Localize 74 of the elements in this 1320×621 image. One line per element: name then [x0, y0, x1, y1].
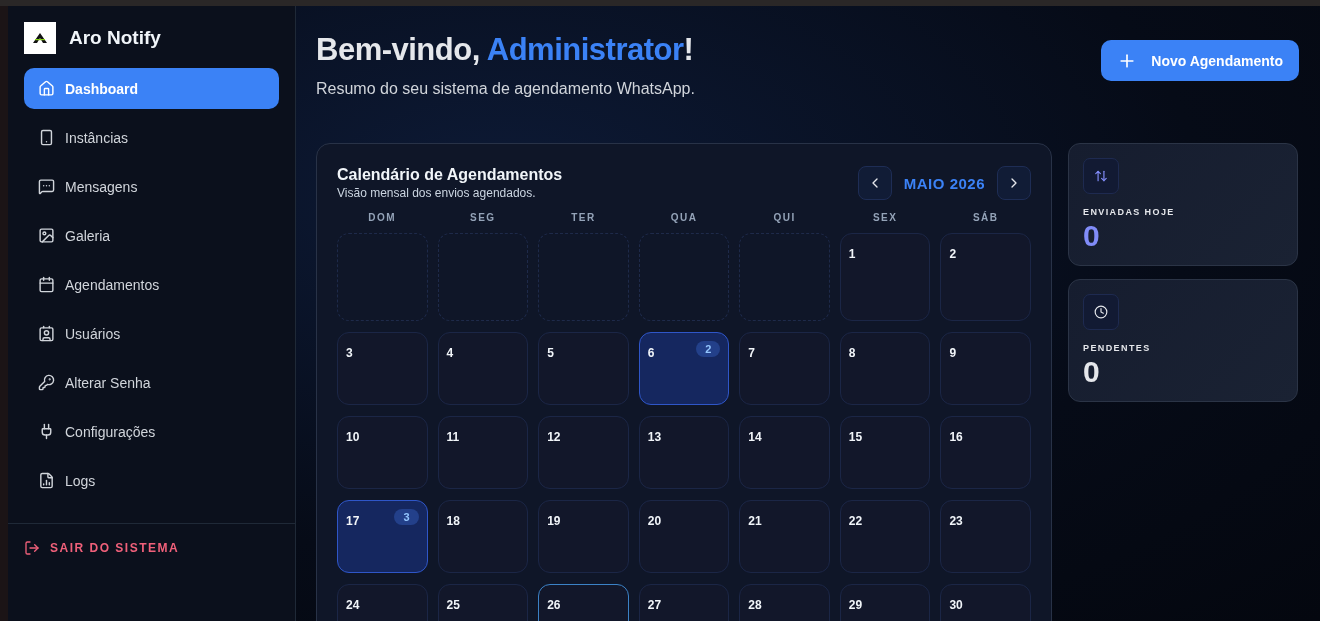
nav-item[interactable]: Agendamentos [24, 264, 279, 305]
logout-icon [24, 540, 40, 556]
day-cell[interactable]: 2 [940, 233, 1031, 321]
day-cell[interactable]: 23 [940, 500, 1031, 573]
day-cell[interactable]: 28 [739, 584, 830, 621]
calendar-title: Calendário de Agendamentos [337, 166, 563, 184]
day-cell[interactable]: 25 [437, 584, 529, 621]
day-cell[interactable]: 29 [839, 584, 931, 621]
weekday-label: TER [570, 212, 597, 223]
contact-card-icon [38, 325, 55, 342]
day-cell[interactable]: 17 3 [337, 500, 428, 573]
day-cell[interactable]: 16 [940, 416, 1031, 489]
day-cell[interactable]: 14 [739, 416, 830, 489]
stat-value: 0 [1083, 219, 1101, 253]
calendar-icon [38, 276, 55, 293]
weekday-label: SÁB [971, 212, 1000, 223]
day-cell[interactable]: 19 [538, 500, 629, 573]
day-cell[interactable]: 4 [437, 332, 529, 405]
home-icon [38, 80, 55, 97]
event-count-badge: 3 [394, 509, 419, 525]
nav-item[interactable]: Alterar Senha [24, 362, 279, 403]
stat-label: PENDENTES [1083, 343, 1152, 353]
day-cell[interactable]: 30 [940, 584, 1031, 621]
stat-value: 0 [1083, 355, 1101, 389]
app-title: Aro Notify [69, 27, 161, 49]
key-icon [38, 374, 55, 391]
day-cell[interactable]: 6 2 [638, 332, 730, 405]
day-cell[interactable]: 1 [839, 233, 931, 321]
weekday-label: SEG [469, 212, 497, 223]
event-count-badge: 2 [696, 341, 721, 357]
document-chart-icon [38, 472, 55, 489]
clock-icon [1083, 294, 1119, 330]
day-cell[interactable]: 3 [337, 332, 428, 405]
day-cell[interactable]: 20 [638, 500, 730, 573]
day-cell[interactable]: 18 [437, 500, 529, 573]
nav-item[interactable]: Configurações [24, 411, 279, 452]
nav-item[interactable]: Logs [24, 460, 279, 501]
day-cell[interactable]: 8 [839, 332, 931, 405]
nav-item[interactable]: Usuários [24, 313, 279, 354]
chat-icon [38, 178, 55, 195]
weekday-label: DOM [367, 212, 398, 223]
welcome-heading: Bem-vindo, Administrator! [316, 32, 695, 68]
month-label: MAIO 2026 [902, 174, 986, 192]
next-month-button[interactable] [997, 166, 1031, 200]
day-cell[interactable]: 21 [739, 500, 830, 573]
stat-label: ENVIADAS HOJE [1083, 207, 1176, 217]
day-cell[interactable]: 15 [839, 416, 931, 489]
new-schedule-button[interactable]: Novo Agendamento [1101, 40, 1299, 81]
day-cell[interactable]: 24 [337, 584, 428, 621]
calendar-subtitle: Visão mensal dos envios agendados. [337, 186, 537, 200]
day-cell[interactable]: 10 [337, 416, 428, 489]
logout-link[interactable]: SAIR DO SISTEMA [24, 540, 279, 556]
day-cell[interactable]: 9 [940, 332, 1031, 405]
image-icon [38, 227, 55, 244]
day-cell[interactable]: 12 [538, 416, 629, 489]
day-cell[interactable]: 7 [739, 332, 830, 405]
day-cell[interactable]: 13 [638, 416, 730, 489]
day-cell[interactable]: 5 [538, 332, 629, 405]
day-cell[interactable]: 27 [638, 584, 730, 621]
welcome-subtitle: Resumo do seu sistema de agendamento WhatsApp. [316, 80, 695, 98]
day-cell[interactable]: 22 [839, 500, 931, 573]
logo-icon [24, 22, 56, 54]
nav-item[interactable]: Dashboard [24, 68, 279, 109]
day-cell[interactable]: 11 [437, 416, 529, 489]
day-cell[interactable]: 26 [538, 584, 629, 621]
weekday-label: QUI [772, 212, 797, 223]
nav-item[interactable]: Mensagens [24, 166, 279, 207]
previous-month-button[interactable] [857, 166, 892, 200]
arrows-icon [1083, 158, 1119, 194]
weekday-label: SEX [871, 212, 899, 223]
nav-item[interactable]: Galeria [24, 215, 279, 256]
nav-item[interactable]: Instâncias [24, 117, 279, 158]
phone-icon [38, 129, 55, 146]
weekday-label: QUA [669, 212, 699, 223]
